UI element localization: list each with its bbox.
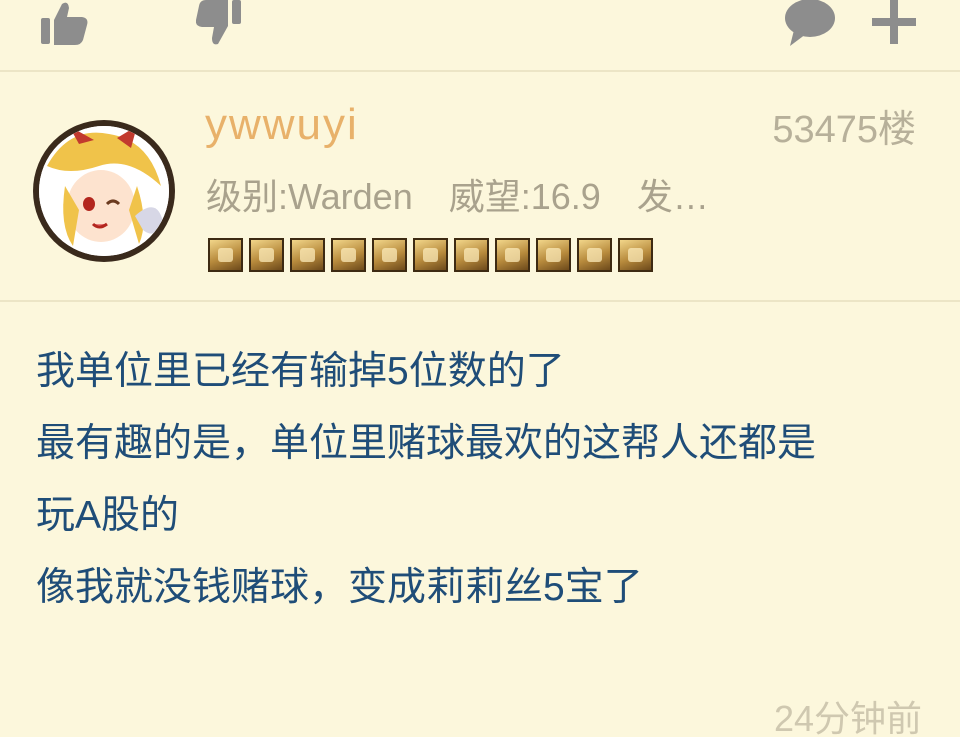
post-page: ywwuyi 53475楼 级别:Warden 威望:16.9 发… 我单位里已经有… (0, 0, 960, 737)
medal-badges (208, 238, 653, 272)
medal-badge-icon[interactable] (454, 238, 489, 272)
avatar-image (39, 126, 169, 256)
avatar[interactable] (33, 120, 175, 262)
thumbs-up-icon[interactable] (38, 0, 98, 50)
post-body-line: 像我就没钱赌球，变成莉莉丝5宝了 (36, 566, 643, 609)
author-level: 级别:Warden (206, 176, 413, 217)
medal-badge-icon[interactable] (495, 238, 530, 272)
plus-icon[interactable] (868, 0, 928, 50)
medal-badge-icon[interactable] (577, 238, 612, 272)
post-body-line: 玩A股的 (36, 494, 180, 537)
author-post-count: 发… (636, 176, 709, 217)
post-time: 24分钟前 (773, 698, 922, 737)
post-body: 我单位里已经有输掉5位数的了 最有趣的是，单位里赌球最欢的这帮人还都是 玩A股的… (36, 336, 926, 624)
post-body-line: 我单位里已经有输掉5位数的了 (36, 350, 565, 393)
medal-badge-icon[interactable] (331, 238, 366, 272)
medal-badge-icon[interactable] (536, 238, 571, 272)
author-reputation: 威望:16.9 (448, 176, 601, 217)
thumbs-down-icon[interactable] (196, 0, 256, 50)
medal-badge-icon[interactable] (249, 238, 284, 272)
username[interactable]: ywwuyi (205, 100, 359, 150)
medal-badge-icon[interactable] (413, 238, 448, 272)
medal-badge-icon[interactable] (290, 238, 325, 272)
floor-number: 53475楼 (772, 109, 916, 151)
comment-icon[interactable] (782, 0, 842, 50)
medal-badge-icon[interactable] (618, 238, 653, 272)
post-body-line: 最有趣的是，单位里赌球最欢的这帮人还都是 (36, 422, 817, 465)
post-author-header: ywwuyi 53475楼 级别:Warden 威望:16.9 发… (0, 72, 960, 302)
medal-badge-icon[interactable] (208, 238, 243, 272)
author-meta: 级别:Warden 威望:16.9 发… (206, 168, 745, 220)
post-action-bar (0, 0, 960, 72)
medal-badge-icon[interactable] (372, 238, 407, 272)
